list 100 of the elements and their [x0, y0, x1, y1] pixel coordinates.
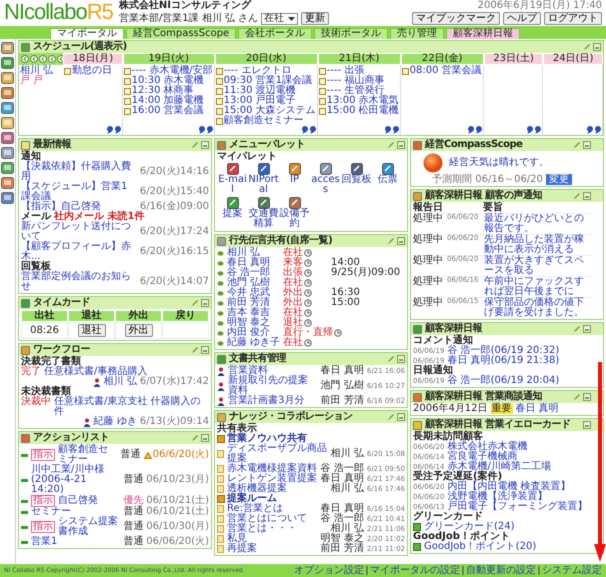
minimize-icon[interactable]: [201, 434, 209, 442]
tab[interactable]: 技術ポータル: [314, 28, 388, 39]
person-name[interactable]: 紀藤 ゆき子: [227, 338, 283, 348]
app-icon[interactable]: [1, 72, 14, 84]
footer-link[interactable]: オプション設定: [294, 566, 364, 576]
app-icon[interactable]: [1, 102, 14, 114]
palette-label[interactable]: 伝票: [378, 175, 398, 185]
event-link[interactable]: 15:00 大森システム: [224, 106, 316, 116]
action-link[interactable]: 川中工業/川中様(2006-4-21 14:20): [31, 465, 120, 495]
app-icon[interactable]: [1, 57, 14, 69]
palette-label[interactable]: NIPortal: [248, 175, 279, 195]
minimize-icon[interactable]: [583, 141, 591, 149]
person-name[interactable]: 今井 忠武: [227, 288, 283, 298]
event-link[interactable]: 11:30 渡辺電機: [224, 86, 296, 96]
knowledge-link[interactable]: 私見: [227, 534, 318, 544]
pin-icon[interactable]: [466, 126, 474, 134]
timecard-button[interactable]: 外出: [124, 324, 152, 337]
pin-icon[interactable]: [474, 126, 482, 134]
voice-link[interactable]: 午前中にファックスすれば翌日午後までに: [484, 277, 591, 297]
event-link[interactable]: 13:00 戸田電子: [224, 96, 296, 106]
pin-icon[interactable]: [206, 126, 213, 134]
header-button[interactable]: ログアウト: [544, 12, 602, 25]
pin-icon[interactable]: [392, 126, 399, 134]
card-link[interactable]: 宮良電子機械商: [447, 452, 591, 462]
footer-link[interactable]: 自動更新の設定: [466, 566, 536, 576]
knowledge-link[interactable]: レントゲン装置提案: [227, 474, 318, 484]
minimize-icon[interactable]: [397, 237, 405, 245]
app-icon[interactable]: [258, 197, 270, 209]
event-link[interactable]: ---- 赤木電機/安部: [132, 66, 213, 76]
minimize-icon[interactable]: [583, 192, 591, 200]
header-button[interactable]: マイブックマーク: [412, 12, 500, 25]
voice-link[interactable]: 最近バリがひどいとの報告です。: [484, 214, 591, 234]
document-link[interactable]: 営業計画書3月分: [228, 396, 318, 406]
knowledge-link[interactable]: Re:営業とは: [227, 504, 318, 514]
app-icon[interactable]: [350, 163, 362, 175]
card-link[interactable]: GoodJob！ポイント(20): [424, 542, 591, 552]
action-link[interactable]: 自己啓発: [58, 496, 120, 506]
minimize-icon[interactable]: [583, 325, 591, 333]
app-icon[interactable]: [382, 163, 394, 175]
minimize-icon[interactable]: [583, 393, 591, 401]
knowledge-link[interactable]: 営業とは・・・: [227, 524, 328, 534]
news-link[interactable]: 【スケジュール】営業1課会議: [21, 182, 137, 202]
event-link[interactable]: 14:00 加藤電機: [132, 96, 204, 106]
pin-icon[interactable]: [308, 126, 316, 134]
news-link[interactable]: 【顧客プロフィール】赤木...: [21, 242, 137, 262]
report-link[interactable]: 春日 真明(06/19 21:38): [447, 356, 591, 366]
app-icon[interactable]: [258, 163, 270, 175]
event-link[interactable]: 12:30 林商事: [132, 86, 194, 96]
knowledge-link[interactable]: 赤木電機様提案資料: [227, 464, 318, 474]
nav-icon[interactable]: [21, 55, 29, 63]
pin-icon[interactable]: [300, 126, 308, 134]
event-link[interactable]: 13:00 赤木電気: [326, 96, 399, 106]
person-name[interactable]: 谷 浩一郎: [227, 268, 283, 278]
event-link[interactable]: ---- エレクトロ: [224, 66, 292, 76]
pin-icon[interactable]: [114, 126, 121, 134]
tab[interactable]: 経営CompassScope: [126, 28, 236, 39]
minimize-icon[interactable]: [201, 346, 209, 354]
member-name[interactable]: 相川 弘: [20, 66, 62, 76]
minimize-icon[interactable]: [583, 421, 591, 429]
app-icon[interactable]: [1, 132, 14, 144]
event-link[interactable]: 15:00 松田電機: [326, 106, 399, 116]
person-name[interactable]: 明智 泰之: [227, 318, 283, 328]
nav-icon[interactable]: [39, 55, 47, 63]
person-name[interactable]: 内田 俊介: [227, 328, 283, 338]
person-name[interactable]: 相川 弘: [227, 248, 283, 258]
nav-icon[interactable]: [30, 55, 38, 63]
app-icon[interactable]: [226, 197, 238, 209]
event-link[interactable]: ---- 生管発行: [326, 86, 384, 96]
report-link[interactable]: 谷 浩一郎(06/19 20:32): [447, 346, 591, 356]
group-title[interactable]: 営業ノウハウ共有: [227, 434, 307, 444]
app-icon[interactable]: [1, 42, 14, 54]
voice-link[interactable]: 装置が大きすぎてスペースを取る: [484, 256, 591, 276]
group-title[interactable]: 提案ルーム: [227, 494, 277, 504]
voice-link[interactable]: 先月納品した装置が稼動中に表示が消える: [484, 235, 591, 255]
palette-label[interactable]: IP: [290, 175, 299, 185]
status-select[interactable]: 在社: [261, 12, 298, 24]
pin-icon[interactable]: [594, 126, 601, 134]
app-icon[interactable]: [288, 163, 300, 175]
pin-icon[interactable]: [198, 126, 205, 134]
app-icon[interactable]: [1, 177, 14, 189]
workflow-link[interactable]: 任意様式書/事務品購入: [44, 367, 209, 377]
header-button[interactable]: ヘルプ: [503, 12, 541, 25]
palette-label[interactable]: E-mail: [217, 175, 248, 195]
person-name[interactable]: 吉本 泰吉: [227, 308, 283, 318]
news-link[interactable]: 【決裁依頼】什器購入費用: [21, 162, 137, 182]
event-link[interactable]: 10:30 赤木電機: [132, 76, 204, 86]
palette-label[interactable]: 設備予約: [279, 209, 310, 229]
tab[interactable]: 顧客深耕日報: [446, 28, 520, 39]
app-icon[interactable]: [1, 192, 14, 204]
report-link[interactable]: 谷 浩一郎(06/19 20:04): [447, 376, 591, 386]
person-name[interactable]: 池門 弘樹: [227, 278, 283, 288]
tab[interactable]: 会社ポータル: [238, 28, 312, 39]
palette-label[interactable]: 回覧板: [342, 175, 372, 185]
person-name[interactable]: 相川 弘: [104, 377, 137, 387]
workflow-link[interactable]: 任意様式書/東京支社 什器購入の件: [54, 397, 209, 417]
minimize-icon[interactable]: [397, 355, 405, 363]
event-link[interactable]: 09:30 営業1課会議: [224, 76, 312, 86]
action-link[interactable]: 営業1: [31, 537, 120, 547]
event-link[interactable]: ---- 福山商事: [326, 76, 384, 86]
action-link[interactable]: システム提案書作成: [58, 517, 120, 537]
